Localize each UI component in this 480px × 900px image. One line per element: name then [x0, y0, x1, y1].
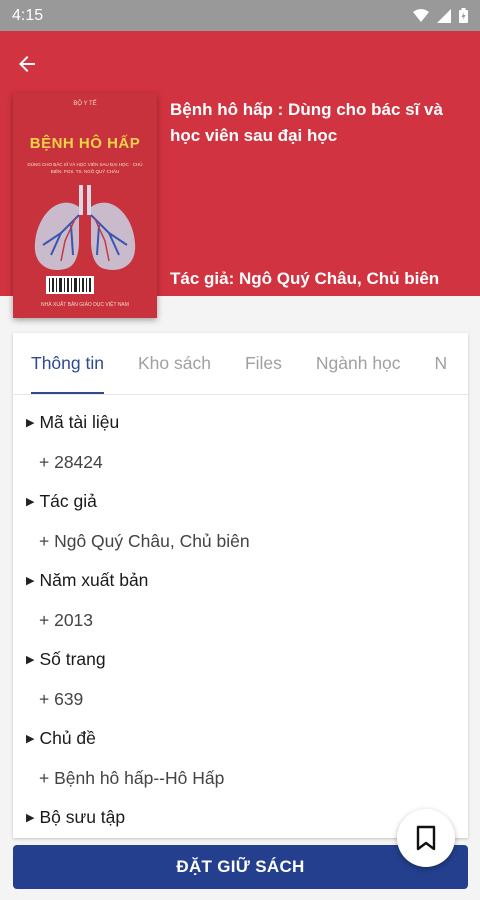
field-label: ▶ Số trang: [26, 642, 468, 677]
field-value: + 2013: [39, 609, 94, 630]
book-cover-image: BỘ Y TẾ BỆNH HÔ HẤP DÙNG CHO BÁC SĨ VÀ H…: [13, 93, 157, 318]
bookmark-icon: [416, 825, 436, 851]
battery-icon: [459, 8, 468, 23]
field-value: + Ngô Quý Châu, Chủ biên: [39, 530, 250, 551]
cover-publisher: BỘ Y TẾ: [73, 101, 97, 107]
status-icons: [413, 8, 468, 23]
triangle-right-icon: ▶: [26, 654, 35, 666]
status-bar: 4:15: [0, 0, 480, 31]
tab-files[interactable]: Files: [245, 333, 282, 394]
wifi-icon: [413, 8, 429, 22]
status-time: 4:15: [12, 6, 44, 24]
info-list: ▶ Mã tài liệu + 28424 ▶ Tác giả + Ngô Quý …: [13, 395, 468, 835]
back-button[interactable]: [12, 49, 42, 79]
field-label-text: Tác giả: [39, 491, 97, 511]
cover-barcode: [46, 276, 94, 294]
field-label-text: Năm xuất bản: [39, 570, 149, 590]
field-value: + 28424: [39, 451, 103, 472]
field-label: ▶ Chủ đề: [26, 721, 468, 756]
field-label: ▶ Tác giả: [26, 484, 468, 519]
tab-bar: Thông tin Kho sách Files Ngành học N: [13, 333, 468, 395]
cover-title: BỆNH HÔ HẤP: [29, 135, 141, 152]
lungs-illustration: [34, 185, 136, 270]
field-label-text: Chủ đề: [39, 728, 96, 748]
arrow-left-icon: [19, 56, 35, 72]
tab-stock[interactable]: Kho sách: [138, 333, 211, 394]
tab-more[interactable]: N: [435, 333, 448, 394]
field-label-text: Mã tài liệu: [39, 412, 120, 432]
book-details-card: Thông tin Kho sách Files Ngành học N ▶ Mã…: [13, 333, 468, 838]
triangle-right-icon: ▶: [26, 417, 35, 429]
field-label-text: Số trang: [39, 649, 106, 669]
field-label-text: Bộ sưu tập: [39, 807, 126, 827]
triangle-right-icon: ▶: [26, 575, 35, 587]
signal-icon: [437, 8, 451, 23]
book-author: Tác giả: Ngô Quý Châu, Chủ biên: [170, 269, 440, 288]
book-title: Bệnh hô hấp : Dùng cho bác sĩ và học viê…: [170, 100, 443, 145]
tab-info[interactable]: Thông tin: [31, 333, 104, 394]
field-value: + Bệnh hô hấp--Hô Hấp: [39, 767, 225, 788]
field-label: ▶ Mã tài liệu: [26, 405, 468, 440]
triangle-right-icon: ▶: [26, 496, 35, 508]
cover-subtitle: DÙNG CHO BÁC SĨ VÀ HỌC VIÊN SAU ĐẠI HỌC …: [27, 162, 143, 174]
field-value: + 639: [39, 688, 84, 709]
triangle-right-icon: ▶: [26, 812, 35, 824]
cover-footer: NHÀ XUẤT BẢN GIÁO DỤC VIỆT NAM: [41, 302, 129, 308]
bookmark-button[interactable]: [397, 809, 455, 867]
field-label: ▶ Năm xuất bản: [26, 563, 468, 598]
triangle-right-icon: ▶: [26, 733, 35, 745]
tab-major[interactable]: Ngành học: [316, 333, 401, 394]
